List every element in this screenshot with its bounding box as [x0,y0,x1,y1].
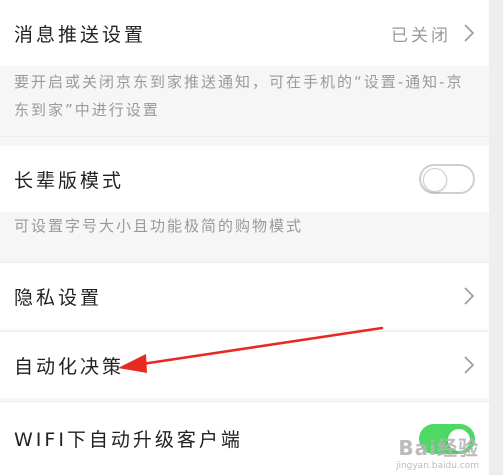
privacy-settings-row[interactable]: 隐私设置 [0,263,489,329]
divider [0,136,489,137]
chevron-right-icon [463,23,475,43]
push-settings-title: 消息推送设置 [14,23,147,46]
elder-mode-row: 长辈版模式 [0,146,489,212]
elder-mode-description: 可设置字号大小且功能极简的购物模式 [14,217,304,235]
watermark-brand: Bai经验 [398,436,479,460]
elder-mode-title: 长辈版模式 [14,169,125,192]
watermark-url: jingyan.baidu.com [395,461,479,471]
toggle-knob [423,168,447,192]
chevron-right-icon [463,286,475,306]
elder-mode-toggle[interactable] [419,164,475,194]
wifi-upgrade-title: WIFI下自动升级客户端 [14,429,243,451]
privacy-settings-title: 隐私设置 [14,286,103,309]
watermark: Bai经验 jingyan.baidu.com [396,432,479,471]
auto-decision-title: 自动化决策 [14,355,125,378]
scrollbar-track[interactable] [489,0,503,475]
push-settings-row[interactable]: 消息推送设置 已关闭 [0,0,489,66]
auto-decision-row[interactable]: 自动化决策 [0,332,489,398]
chevron-right-icon [463,355,475,375]
push-status-text: 已关闭 [391,25,451,46]
push-settings-description: 要开启或关闭京东到家推送通知，可在手机的“设置-通知-京东到家”中进行设置 [14,73,464,119]
